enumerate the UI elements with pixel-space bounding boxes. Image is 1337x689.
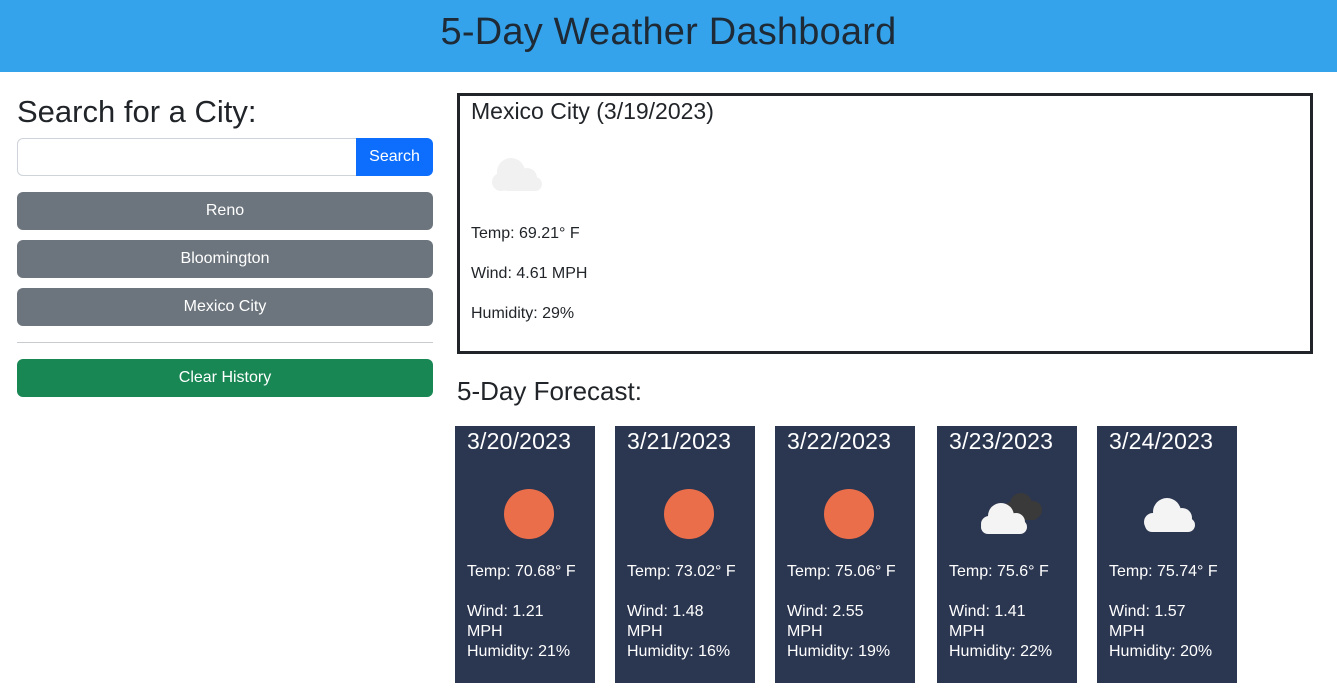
- history-button-reno[interactable]: Reno: [17, 192, 433, 230]
- history-button-bloomington[interactable]: Bloomington: [17, 240, 433, 278]
- city-search-input[interactable]: [17, 138, 356, 176]
- cloud-icon: [481, 144, 561, 224]
- forecast-wind: Wind: 2.55 MPH: [787, 603, 864, 640]
- forecast-wind: Wind: 1.41 MPH: [949, 603, 1026, 640]
- forecast-date: 3/21/2023: [627, 428, 732, 454]
- current-wind: Wind: 4.61 MPH: [471, 265, 588, 282]
- forecast-date: 3/23/2023: [949, 428, 1054, 454]
- forecast-temp: Temp: 75.6° F: [949, 563, 1049, 580]
- current-humidity: Humidity: 29%: [471, 305, 575, 322]
- forecast-date: 3/20/2023: [467, 428, 572, 454]
- forecast-title: 5-Day Forecast:: [457, 376, 642, 406]
- clear-history-button[interactable]: Clear History: [17, 359, 433, 397]
- sun-icon: [809, 476, 889, 548]
- sun-icon: [649, 476, 729, 548]
- current-weather-panel: Mexico City (3/19/2023) Temp: 69.21° F W…: [457, 93, 1313, 354]
- page-title: 5-Day Weather Dashboard: [440, 10, 897, 53]
- forecast-wind: Wind: 1.57 MPH: [1109, 603, 1186, 640]
- search-row: Search: [17, 138, 433, 176]
- forecast-card: 3/21/2023 Temp: 73.02° F Wind: 1.48 MPH …: [615, 426, 755, 683]
- forecast-card: 3/23/2023 Temp: 75.6° F Wind: 1.41 MPH H: [937, 426, 1077, 683]
- search-heading: Search for a City:: [17, 94, 257, 129]
- current-city-title: Mexico City (3/19/2023): [471, 98, 714, 124]
- forecast-humidity: Humidity: 19%: [787, 643, 891, 660]
- forecast-humidity: Humidity: 20%: [1109, 643, 1213, 660]
- forecast-temp: Temp: 70.68° F: [467, 563, 576, 580]
- forecast-wind: Wind: 1.21 MPH: [467, 603, 544, 640]
- sidebar: Search for a City: Search Reno Bloomingt…: [17, 92, 433, 397]
- divider: [17, 342, 433, 343]
- search-history: Reno Bloomington Mexico City: [17, 192, 433, 326]
- cloud-icon: [1131, 476, 1211, 548]
- forecast-wind: Wind: 1.48 MPH: [627, 603, 704, 640]
- history-button-mexico-city[interactable]: Mexico City: [17, 288, 433, 326]
- forecast-card: 3/20/2023 Temp: 70.68° F Wind: 1.21 MPH …: [455, 426, 595, 683]
- forecast-temp: Temp: 75.74° F: [1109, 563, 1218, 580]
- forecast-date: 3/24/2023: [1109, 428, 1214, 454]
- forecast-humidity: Humidity: 16%: [627, 643, 731, 660]
- forecast-temp: Temp: 73.02° F: [627, 563, 736, 580]
- forecast-card: 3/22/2023 Temp: 75.06° F Wind: 2.55 MPH …: [775, 426, 915, 683]
- forecast-card: 3/24/2023 Temp: 75.74° F Wind: 1.57 MPH …: [1097, 426, 1237, 683]
- search-button[interactable]: Search: [356, 138, 433, 176]
- current-temp: Temp: 69.21° F: [471, 225, 580, 242]
- sun-icon: [489, 476, 569, 548]
- broken-clouds-icon: [971, 476, 1051, 548]
- forecast-temp: Temp: 75.06° F: [787, 563, 896, 580]
- forecast-humidity: Humidity: 22%: [949, 643, 1053, 660]
- app-header: 5-Day Weather Dashboard: [0, 0, 1337, 72]
- forecast-date: 3/22/2023: [787, 428, 892, 454]
- forecast-humidity: Humidity: 21%: [467, 643, 571, 660]
